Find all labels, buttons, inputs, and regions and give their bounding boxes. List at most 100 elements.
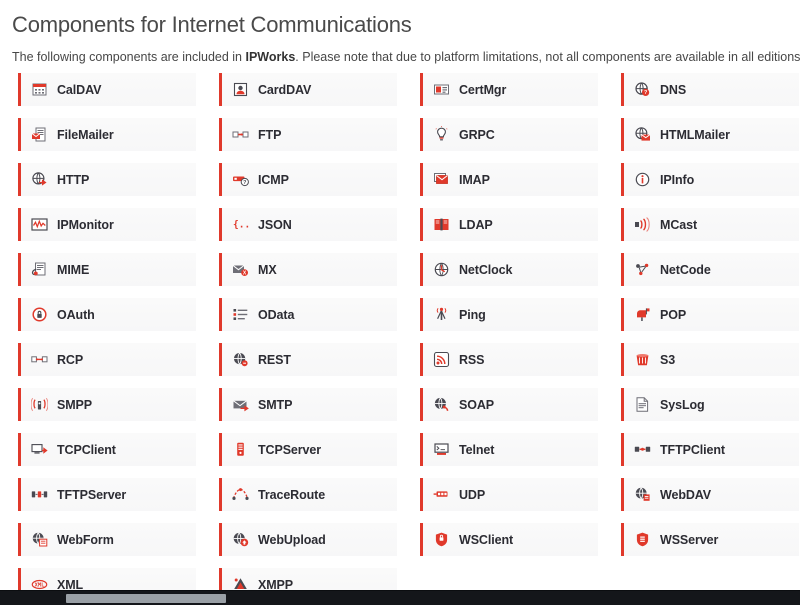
component-label: TCPServer bbox=[258, 442, 322, 457]
remote-copy-icon bbox=[31, 351, 48, 368]
component-card[interactable]: NetCode bbox=[621, 253, 799, 286]
component-label: CertMgr bbox=[459, 82, 507, 97]
component-card[interactable]: HTTP bbox=[18, 163, 196, 196]
mail-stack-icon bbox=[433, 171, 450, 188]
component-card[interactable]: MIME bbox=[18, 253, 196, 286]
component-label: S3 bbox=[660, 352, 676, 367]
component-card[interactable]: TFTPServer bbox=[18, 478, 196, 511]
contact-card-icon bbox=[232, 81, 249, 98]
component-card[interactable]: WSServer bbox=[621, 523, 799, 556]
component-label: RCP bbox=[57, 352, 84, 367]
rss-feed-icon bbox=[433, 351, 450, 368]
tcp-client-icon bbox=[31, 441, 48, 458]
component-card[interactable]: OData bbox=[219, 298, 397, 331]
component-card[interactable]: REST bbox=[219, 343, 397, 376]
component-label: DNS bbox=[660, 82, 687, 97]
horizontal-scrollbar-thumb[interactable] bbox=[66, 594, 226, 603]
component-card[interactable]: WebUpload bbox=[219, 523, 397, 556]
component-card[interactable]: UDP bbox=[420, 478, 598, 511]
component-label: IPMonitor bbox=[57, 217, 114, 232]
mime-attach-icon bbox=[31, 261, 48, 278]
component-card[interactable]: {..} JSON bbox=[219, 208, 397, 241]
component-card[interactable]: LDAP bbox=[420, 208, 598, 241]
component-label: SMPP bbox=[57, 397, 93, 412]
component-card[interactable]: S3 bbox=[621, 343, 799, 376]
component-card[interactable]: X MX bbox=[219, 253, 397, 286]
terminal-monitor-icon bbox=[433, 441, 450, 458]
bucket-icon bbox=[634, 351, 651, 368]
svg-text:{..}: {..} bbox=[233, 220, 249, 231]
rest-globe-icon bbox=[232, 351, 249, 368]
component-card[interactable]: TFTPClient bbox=[621, 433, 799, 466]
component-label: RSS bbox=[459, 352, 485, 367]
component-label: TFTPClient bbox=[660, 442, 725, 457]
svg-text:XML: XML bbox=[35, 583, 45, 589]
component-card[interactable]: NetClock bbox=[420, 253, 598, 286]
component-card[interactable]: OAuth bbox=[18, 298, 196, 331]
certificate-icon bbox=[433, 81, 450, 98]
file-transfer-icon bbox=[232, 126, 249, 143]
udp-packet-icon bbox=[433, 486, 450, 503]
horizontal-scrollbar[interactable] bbox=[0, 590, 800, 605]
tftp-client-icon bbox=[634, 441, 651, 458]
book-icon bbox=[433, 216, 450, 233]
component-label: CardDAV bbox=[258, 82, 312, 97]
component-label: HTTP bbox=[57, 172, 90, 187]
soap-globe-icon bbox=[433, 396, 450, 413]
component-label: TraceRoute bbox=[258, 487, 326, 502]
tftp-server-icon bbox=[31, 486, 48, 503]
component-card[interactable]: IMAP bbox=[420, 163, 598, 196]
server-tower-icon bbox=[232, 441, 249, 458]
grpc-bulb-icon bbox=[433, 126, 450, 143]
component-card[interactable]: TraceRoute bbox=[219, 478, 397, 511]
component-card[interactable]: CertMgr bbox=[420, 73, 598, 106]
component-card[interactable]: WSClient bbox=[420, 523, 598, 556]
component-card[interactable]: POP bbox=[621, 298, 799, 331]
component-card[interactable]: CalDAV bbox=[18, 73, 196, 106]
component-card[interactable]: WebForm bbox=[18, 523, 196, 556]
component-card[interactable]: TCPServer bbox=[219, 433, 397, 466]
component-card[interactable]: MCast bbox=[621, 208, 799, 241]
component-card[interactable]: SOAP bbox=[420, 388, 598, 421]
envelope-send-icon bbox=[232, 396, 249, 413]
component-card[interactable]: GRPC bbox=[420, 118, 598, 151]
component-label: WSServer bbox=[660, 532, 719, 547]
component-label: WSClient bbox=[459, 532, 514, 547]
component-card[interactable]: IPInfo bbox=[621, 163, 799, 196]
component-label: UDP bbox=[459, 487, 486, 502]
component-card[interactable]: SMTP bbox=[219, 388, 397, 421]
component-card[interactable]: RSS bbox=[420, 343, 598, 376]
component-card[interactable]: FileMailer bbox=[18, 118, 196, 151]
calendar-icon bbox=[31, 81, 48, 98]
component-label: JSON bbox=[258, 217, 292, 232]
signal-broadcast-icon bbox=[31, 396, 48, 413]
component-card[interactable]: SMPP bbox=[18, 388, 196, 421]
component-label: WebUpload bbox=[258, 532, 326, 547]
component-card[interactable]: Ping bbox=[420, 298, 598, 331]
component-card[interactable]: ? DNS bbox=[621, 73, 799, 106]
component-card[interactable]: TCPClient bbox=[18, 433, 196, 466]
component-card[interactable]: Telnet bbox=[420, 433, 598, 466]
braces-icon: {..} bbox=[232, 216, 249, 233]
component-label: TFTPServer bbox=[57, 487, 127, 502]
component-card[interactable]: FTP bbox=[219, 118, 397, 151]
component-card[interactable]: HTMLMailer bbox=[621, 118, 799, 151]
component-card[interactable]: WebDAV bbox=[621, 478, 799, 511]
subtitle-prefix: The following components are included in bbox=[12, 50, 246, 64]
component-card[interactable]: CardDAV bbox=[219, 73, 397, 106]
subtitle-product-name: IPWorks bbox=[245, 50, 296, 64]
component-label: SOAP bbox=[459, 397, 495, 412]
component-card[interactable]: RCP bbox=[18, 343, 196, 376]
component-card[interactable]: ? ICMP bbox=[219, 163, 397, 196]
webform-globe-icon bbox=[31, 531, 48, 548]
odata-list-icon bbox=[232, 306, 249, 323]
globe-arrow-icon bbox=[31, 171, 48, 188]
page-subtitle: The following components are included in… bbox=[12, 40, 800, 65]
webdav-globe-icon bbox=[634, 486, 651, 503]
component-label: HTMLMailer bbox=[660, 127, 730, 142]
component-label: TCPClient bbox=[57, 442, 116, 457]
component-card[interactable]: SysLog bbox=[621, 388, 799, 421]
component-card[interactable]: IPMonitor bbox=[18, 208, 196, 241]
component-label: WebForm bbox=[57, 532, 114, 547]
file-mail-icon bbox=[31, 126, 48, 143]
